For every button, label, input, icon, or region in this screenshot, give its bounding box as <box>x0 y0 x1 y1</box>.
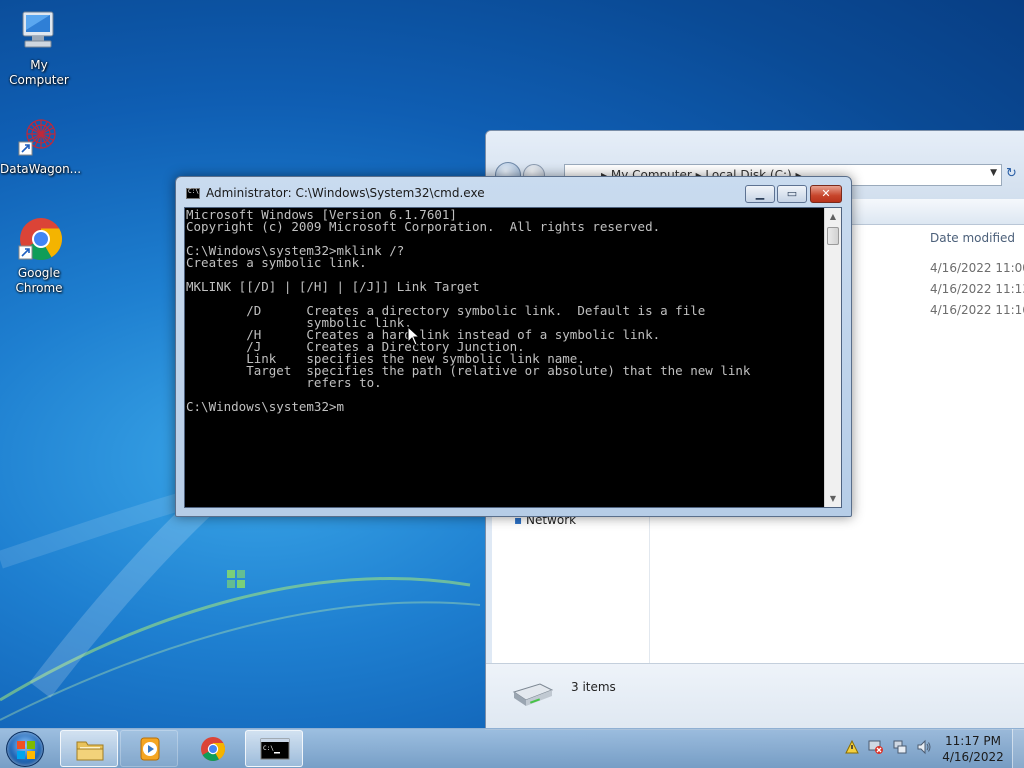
computer-icon <box>15 8 63 56</box>
console-area[interactable]: Microsoft Windows [Version 6.1.7601] Cop… <box>184 207 842 508</box>
close-button[interactable]: ✕ <box>810 185 842 203</box>
show-desktop-button[interactable] <box>1012 729 1024 768</box>
system-clock[interactable]: 11:17 PM 4/16/2022 <box>936 733 1010 765</box>
cmd-icon: C:\ <box>186 188 200 199</box>
vertical-scrollbar[interactable]: ▲ ▼ <box>824 208 841 507</box>
cmd-window-title: Administrator: C:\Windows\System32\cmd.e… <box>206 186 485 200</box>
taskbar-chrome-button[interactable] <box>183 730 241 767</box>
file-date: 4/16/2022 11:00 PM <box>930 261 1024 275</box>
scroll-up-icon[interactable]: ▲ <box>825 208 841 225</box>
minimize-icon: ▁ <box>755 187 765 200</box>
file-date: 4/16/2022 11:16 PM <box>930 303 1024 317</box>
action-center-icon[interactable] <box>844 739 860 755</box>
explorer-status-bar: 3 items <box>486 663 1024 729</box>
taskbar-explorer-button[interactable] <box>60 730 118 767</box>
media-player-icon <box>140 737 160 761</box>
cmd-title-bar[interactable]: C:\ Administrator: C:\Windows\System32\c… <box>176 177 851 206</box>
console-output[interactable]: Microsoft Windows [Version 6.1.7601] Cop… <box>186 209 823 507</box>
taskbar-cmd-button[interactable]: C:\ <box>245 730 303 767</box>
column-header-date-modified[interactable]: Date modified <box>930 231 1015 245</box>
desktop-icon-google-chrome[interactable]: Google Chrome <box>0 216 78 296</box>
clock-date: 4/16/2022 <box>942 750 1004 764</box>
hard-drive-icon <box>510 678 554 710</box>
chevron-down-icon[interactable]: ▼ <box>990 168 997 178</box>
refresh-icon[interactable]: ↻ <box>1006 166 1017 181</box>
desktop-icon-my-computer[interactable]: My Computer <box>0 8 78 88</box>
volume-icon[interactable] <box>916 739 932 755</box>
clock-time: 11:17 PM <box>945 734 1001 748</box>
maximize-icon: ▭ <box>786 187 798 200</box>
desktop-icon-label: DataWagon... <box>0 162 82 176</box>
start-button[interactable] <box>6 731 44 767</box>
wallpaper-logo <box>227 570 245 588</box>
network-icon[interactable] <box>892 739 908 755</box>
scroll-down-icon[interactable]: ▼ <box>825 490 841 507</box>
desktop-icon-datawagon[interactable]: DataWagon... <box>0 112 82 177</box>
datawagon-icon <box>15 112 63 160</box>
scroll-thumb[interactable] <box>827 227 839 245</box>
chrome-icon <box>15 216 63 264</box>
mouse-pointer-icon <box>407 326 421 346</box>
minimize-button[interactable]: ▁ <box>745 185 775 203</box>
desktop-icon-label: My Computer <box>9 58 69 87</box>
folder-icon <box>76 741 104 761</box>
file-date: 4/16/2022 11:13 PM <box>930 282 1024 296</box>
windows-logo-icon <box>17 741 35 759</box>
chrome-icon <box>201 737 226 762</box>
taskbar-media-player-button[interactable] <box>120 730 178 767</box>
cmd-window[interactable]: C:\ Administrator: C:\Windows\System32\c… <box>175 176 852 517</box>
desktop-icon-label: Google Chrome <box>15 266 63 295</box>
maximize-button[interactable]: ▭ <box>777 185 807 203</box>
svg-text:C:\: C:\ <box>263 745 274 752</box>
status-item-count: 3 items <box>571 680 616 694</box>
network-disconnected-icon[interactable] <box>868 739 884 755</box>
taskbar: C:\ 11:17 PM 4/16/2022 <box>0 728 1024 768</box>
close-icon: ✕ <box>821 187 831 200</box>
cmd-icon: C:\ <box>260 738 290 760</box>
